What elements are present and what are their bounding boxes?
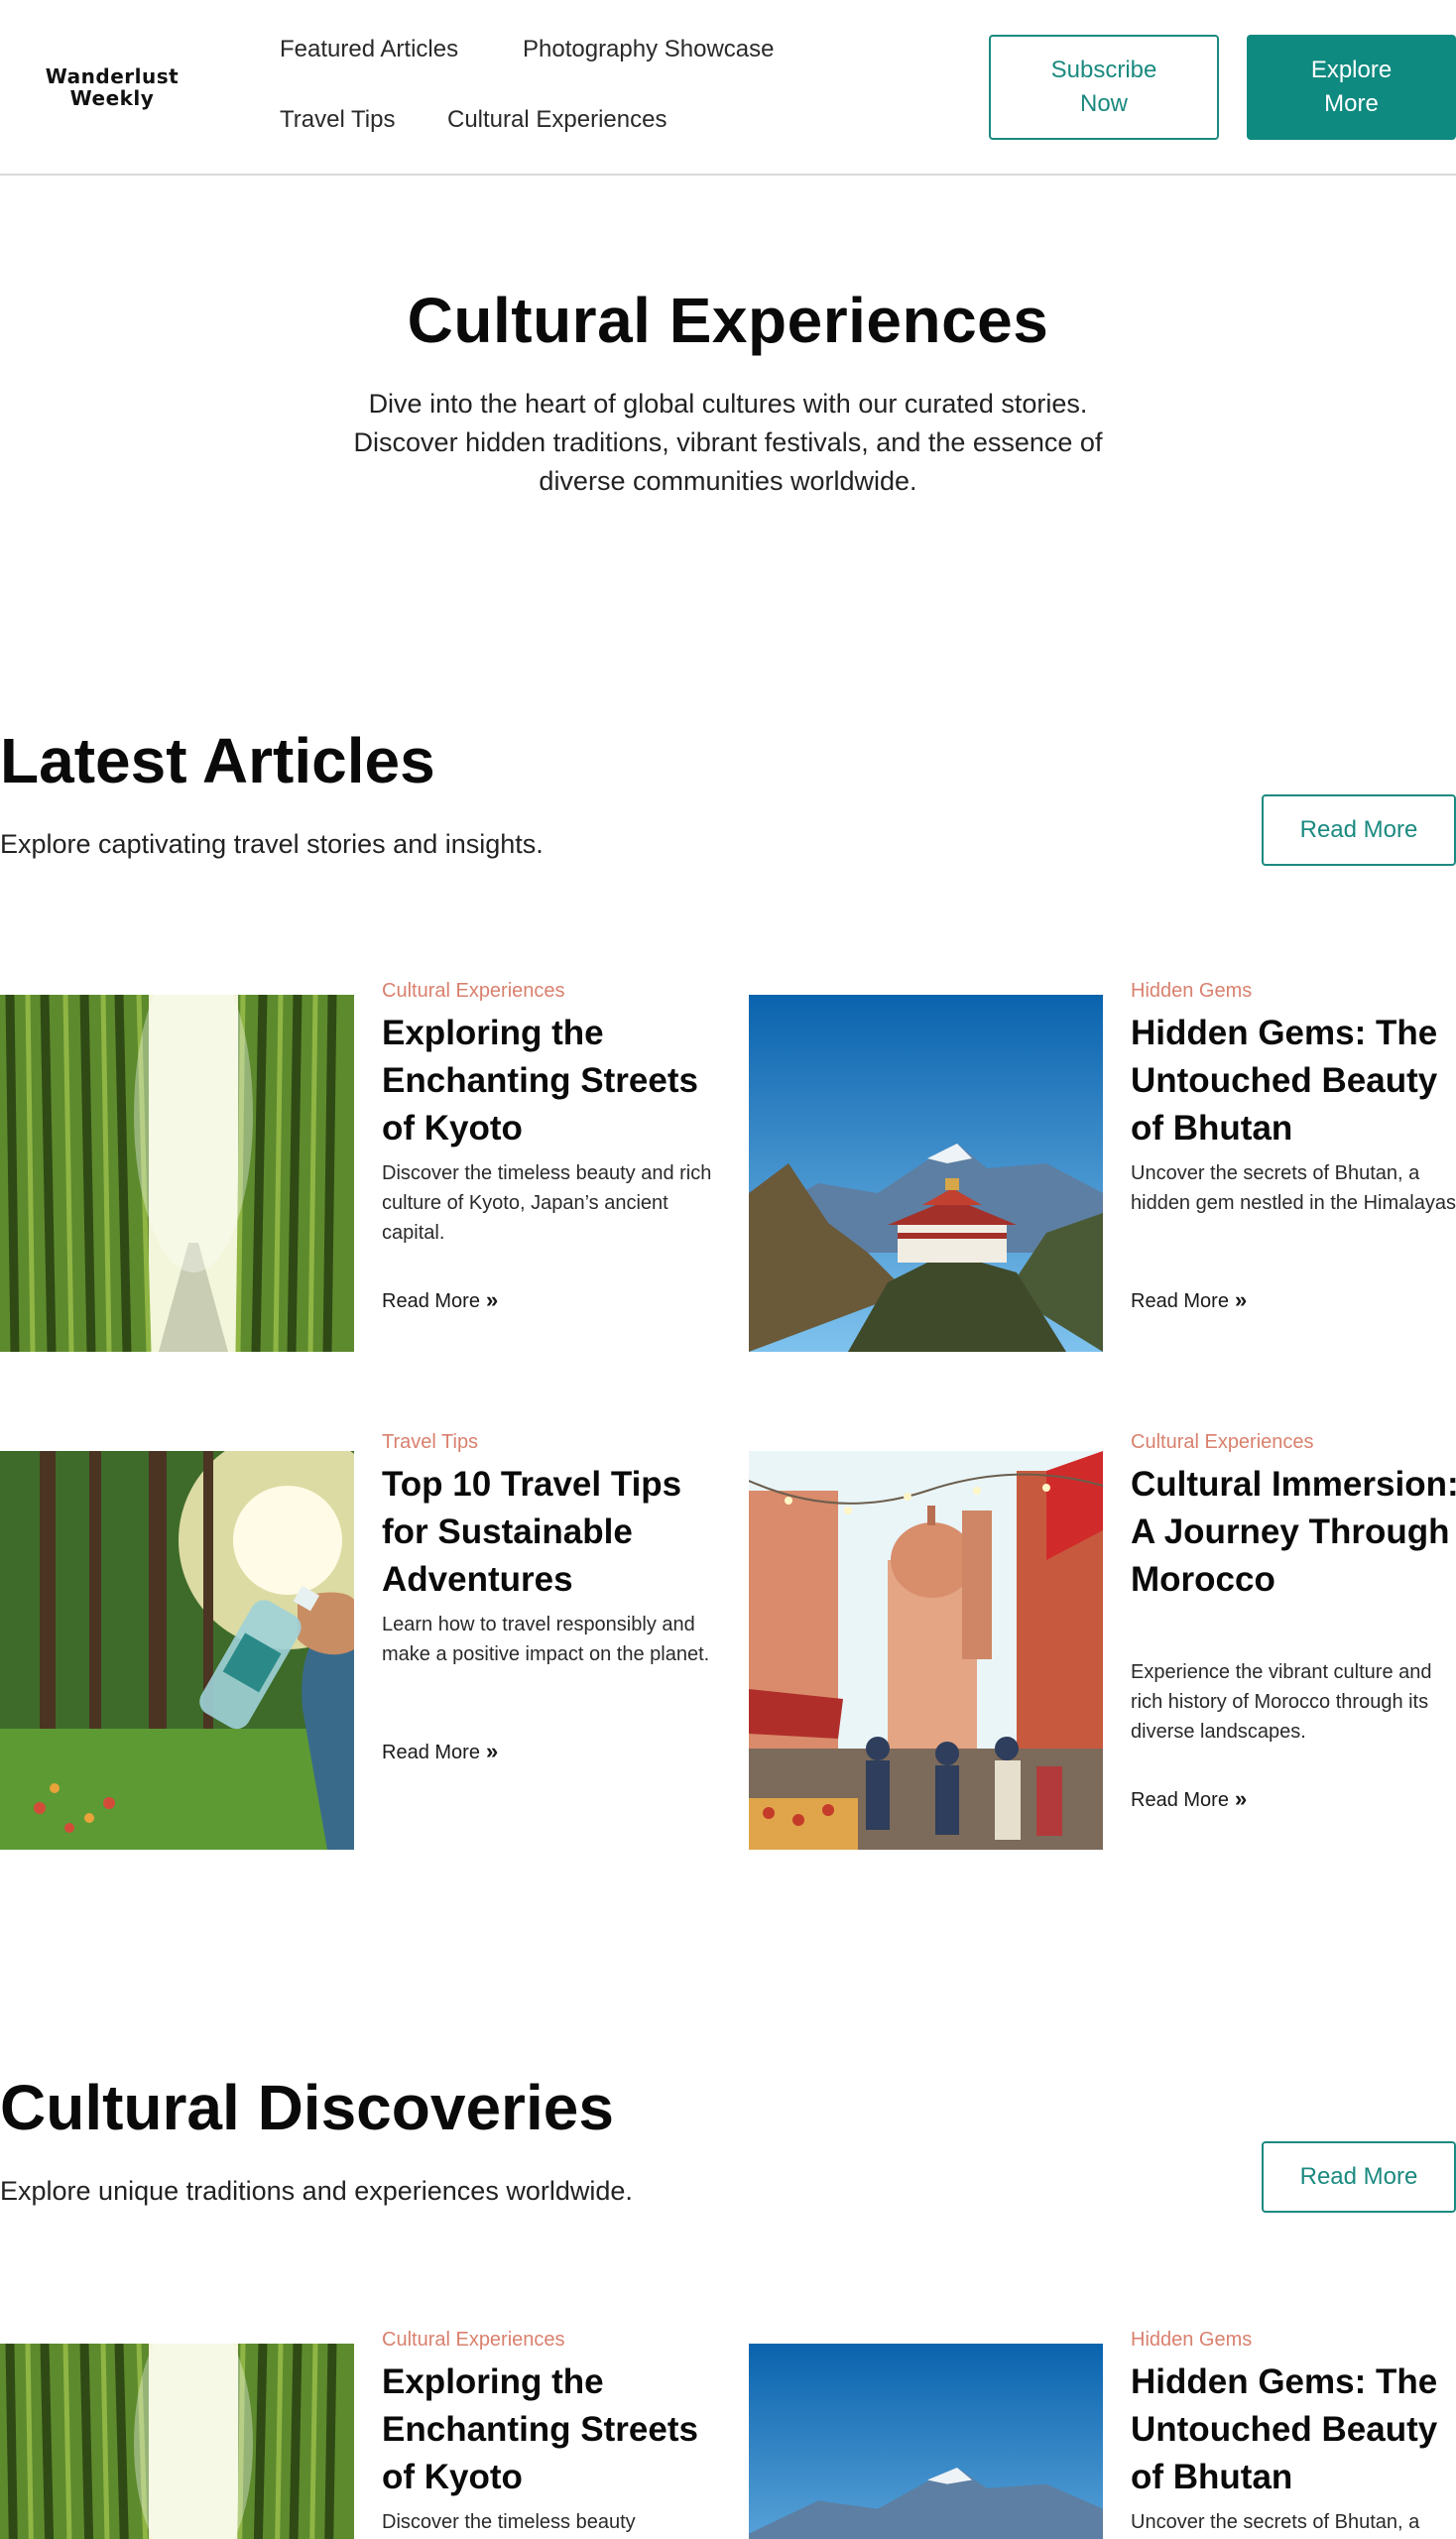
forest-water-bottle-illustration xyxy=(0,1451,354,1850)
forest-water-bottle-image[interactable] xyxy=(0,1451,354,1850)
card-category[interactable]: Cultural Experiences xyxy=(382,980,565,1003)
nav-photography-showcase[interactable]: Photography Showcase xyxy=(523,36,775,63)
bamboo-forest-illustration xyxy=(0,995,354,1352)
hero-description: Dive into the heart of global cultures w… xyxy=(353,389,1103,496)
card-read-more-link[interactable]: Read More» xyxy=(382,1739,498,1764)
card-read-more-label: Read More xyxy=(382,1742,480,1763)
bhutan-monastery-image[interactable] xyxy=(749,995,1103,1352)
card-read-more-link[interactable]: Read More» xyxy=(1131,1287,1247,1313)
card-description: Uncover the secrets of Bhutan, a xyxy=(1131,2511,1420,2533)
cultural-discoveries-subtitle: Explore unique traditions and experience… xyxy=(0,2176,633,2206)
card-title[interactable]: Hidden Gems: The Untouched Beauty of Bhu… xyxy=(1131,2358,1456,2501)
explore-more-button[interactable]: Explore More xyxy=(1247,35,1456,140)
bamboo-forest-image[interactable] xyxy=(0,2344,354,2539)
card-description: Learn how to travel responsibly and make… xyxy=(382,1614,710,1665)
nav-cultural-experiences[interactable]: Cultural Experiences xyxy=(447,106,667,134)
morocco-market-image[interactable] xyxy=(749,1451,1103,1850)
bhutan-monastery-illustration xyxy=(749,995,1103,1352)
latest-articles-title: Latest Articles xyxy=(0,725,435,796)
card-read-more-link[interactable]: Read More» xyxy=(1131,1786,1247,1812)
nav-featured-articles[interactable]: Featured Articles xyxy=(280,36,458,63)
card-read-more-label: Read More xyxy=(382,1290,480,1312)
cultural-discoveries-title: Cultural Discoveries xyxy=(0,2072,614,2143)
card-category[interactable]: Cultural Experiences xyxy=(1131,1431,1314,1454)
card-read-more-label: Read More xyxy=(1131,1789,1229,1811)
card-description: Discover the timeless beauty and rich cu… xyxy=(382,1162,712,1244)
bhutan-monastery-illustration xyxy=(749,2344,1103,2539)
card-title[interactable]: Cultural Immersion: A Journey Through Mo… xyxy=(1131,1461,1456,1604)
logo-line-2: Weekly xyxy=(69,86,155,110)
bamboo-forest-illustration xyxy=(0,2344,354,2539)
card-category[interactable]: Hidden Gems xyxy=(1131,980,1252,1003)
card-category[interactable]: Travel Tips xyxy=(382,1431,478,1454)
card-category[interactable]: Cultural Experiences xyxy=(382,2329,565,2352)
card-description: Uncover the secrets of Bhutan, a hidden … xyxy=(1131,1162,1456,1214)
card-read-more-label: Read More xyxy=(1131,1290,1229,1312)
card-title[interactable]: Exploring the Enchanting Streets of Kyot… xyxy=(382,1010,729,1152)
card-title[interactable]: Top 10 Travel Tips for Sustainable Adven… xyxy=(382,1461,729,1604)
latest-articles-subtitle: Explore captivating travel stories and i… xyxy=(0,829,544,859)
bhutan-monastery-image[interactable] xyxy=(749,2344,1103,2539)
logo-line-1: Wanderlust xyxy=(45,64,180,88)
latest-read-more-button[interactable]: Read More xyxy=(1262,794,1456,866)
card-read-more-link[interactable]: Read More» xyxy=(382,1287,498,1313)
subscribe-button[interactable]: Subscribe Now xyxy=(989,35,1219,140)
double-chevron-right-icon: » xyxy=(485,1739,499,1763)
site-logo[interactable]: Wanderlust Weekly xyxy=(36,65,188,109)
site-header: Wanderlust Weekly Featured Articles Phot… xyxy=(0,0,1456,176)
double-chevron-right-icon: » xyxy=(1234,1287,1248,1312)
double-chevron-right-icon: » xyxy=(485,1287,499,1312)
bamboo-forest-image[interactable] xyxy=(0,995,354,1352)
morocco-market-illustration xyxy=(749,1451,1103,1850)
discoveries-read-more-button[interactable]: Read More xyxy=(1262,2141,1456,2213)
card-category[interactable]: Hidden Gems xyxy=(1131,2329,1252,2352)
card-description: Experience the vibrant culture and rich … xyxy=(1131,1661,1432,1743)
card-title[interactable]: Hidden Gems: The Untouched Beauty of Bhu… xyxy=(1131,1010,1456,1152)
double-chevron-right-icon: » xyxy=(1234,1786,1248,1811)
nav-travel-tips[interactable]: Travel Tips xyxy=(280,106,395,134)
card-description: Discover the timeless beauty xyxy=(382,2511,636,2533)
card-title[interactable]: Exploring the Enchanting Streets of Kyot… xyxy=(382,2358,729,2501)
hero-title: Cultural Experiences xyxy=(407,285,1049,356)
